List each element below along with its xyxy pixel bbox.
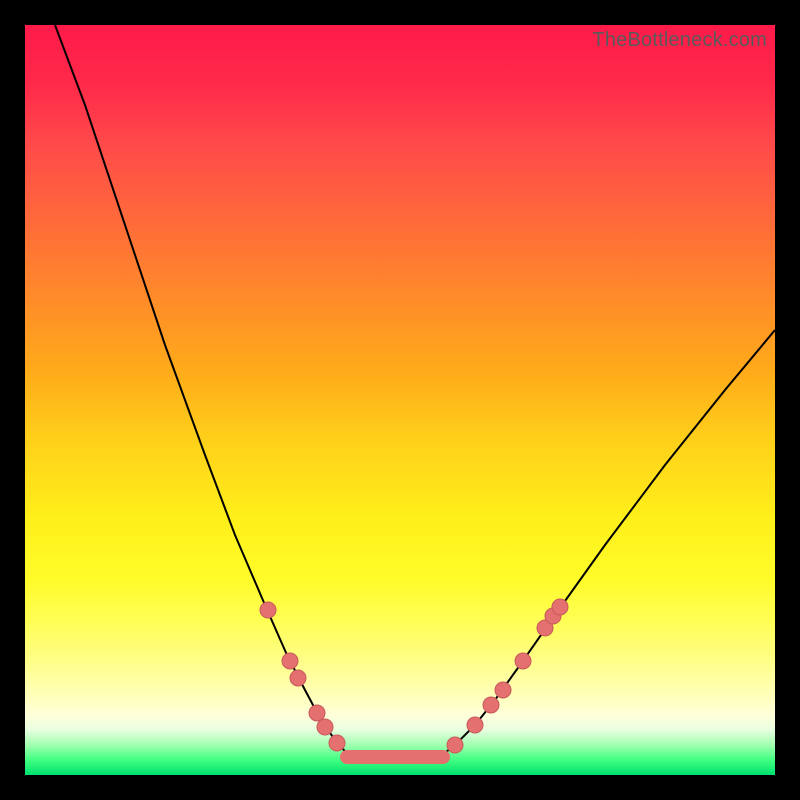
- marker-dot: [329, 735, 345, 751]
- marker-dot: [290, 670, 306, 686]
- marker-dot: [447, 737, 463, 753]
- marker-dot: [260, 602, 276, 618]
- curve-svg: [25, 25, 775, 775]
- plot-area: TheBottleneck.com: [25, 25, 775, 775]
- markers-right: [447, 599, 568, 753]
- watermark-text: TheBottleneck.com: [592, 29, 767, 52]
- marker-dot: [282, 653, 298, 669]
- curve-right-branch: [440, 330, 775, 757]
- marker-dot: [495, 682, 511, 698]
- marker-dot: [483, 697, 499, 713]
- chart-container: TheBottleneck.com: [0, 0, 800, 800]
- marker-dot: [309, 705, 325, 721]
- marker-dot: [467, 717, 483, 733]
- marker-dot: [515, 653, 531, 669]
- marker-dot: [317, 719, 333, 735]
- marker-dot: [552, 599, 568, 615]
- curve-left-branch: [55, 25, 350, 757]
